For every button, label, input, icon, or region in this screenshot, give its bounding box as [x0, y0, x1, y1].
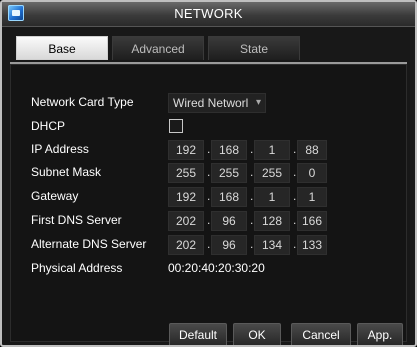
network-window: NETWORK Base Advanced State Network Card… — [0, 0, 417, 347]
cancel-button[interactable]: Cancel — [291, 323, 351, 345]
ip-dot: . — [250, 142, 254, 156]
dhcp-checkbox[interactable] — [169, 119, 183, 133]
network-card-type-dropdown[interactable]: Wired Networl ▾ — [168, 93, 266, 113]
gateway-octet-1[interactable]: 192 — [168, 187, 204, 207]
alternate-dns-octet-2[interactable]: 96 — [211, 235, 247, 255]
gateway-octet-2[interactable]: 168 — [211, 187, 247, 207]
mask-dot: . — [293, 165, 297, 179]
default-button[interactable]: Default — [169, 323, 227, 345]
mask-octet-2[interactable]: 255 — [211, 163, 247, 183]
first-dns-octet-3[interactable]: 128 — [254, 211, 290, 231]
window-title: NETWORK — [174, 6, 243, 21]
network-card-type-row: Network Card Type Wired Networl ▾ — [31, 93, 411, 113]
ip-dot: . — [293, 142, 297, 156]
first-dns-octet-1[interactable]: 202 — [168, 211, 204, 231]
ip-address-row: IP Address 192 . 168 . 1 . 88 — [31, 140, 411, 160]
gateway-dot: . — [207, 189, 211, 203]
alternate-dns-octet-4[interactable]: 133 — [297, 235, 327, 255]
alternate-dns-row: Alternate DNS Server 202 . 96 . 134 . 13… — [31, 235, 411, 255]
alternate-dns-dot: . — [207, 237, 211, 251]
gateway-label: Gateway — [31, 189, 79, 203]
gateway-row: Gateway 192 . 168 . 1 . 1 — [31, 187, 411, 207]
settings-panel: Network Card Type Wired Networl ▾ DHCP I… — [10, 64, 407, 345]
physical-address-value: 00:20:40:20:30:20 — [168, 261, 265, 275]
physical-address-row: Physical Address 00:20:40:20:30:20 — [31, 259, 411, 279]
ip-dot: . — [207, 142, 211, 156]
alternate-dns-octet-3[interactable]: 134 — [254, 235, 290, 255]
ip-octet-1[interactable]: 192 — [168, 140, 204, 160]
apply-button[interactable]: App. — [357, 323, 403, 345]
alternate-dns-label: Alternate DNS Server — [31, 237, 147, 251]
chevron-down-icon: ▾ — [255, 97, 261, 108]
first-dns-octet-4[interactable]: 166 — [297, 211, 327, 231]
mask-octet-4[interactable]: 0 — [297, 163, 327, 183]
mask-octet-1[interactable]: 255 — [168, 163, 204, 183]
alternate-dns-dot: . — [293, 237, 297, 251]
tab-bar: Base Advanced State — [10, 36, 407, 64]
mask-dot: . — [250, 165, 254, 179]
ip-octet-4[interactable]: 88 — [297, 140, 327, 160]
gateway-dot: . — [250, 189, 254, 203]
dhcp-row: DHCP — [31, 117, 411, 137]
ip-address-label: IP Address — [31, 142, 89, 156]
network-card-type-label: Network Card Type — [31, 95, 134, 109]
subnet-mask-field: 255 . 255 . 255 . 0 — [168, 163, 328, 183]
tab-base[interactable]: Base — [16, 36, 108, 60]
first-dns-dot: . — [293, 213, 297, 227]
subnet-mask-label: Subnet Mask — [31, 165, 102, 179]
gateway-dot: . — [293, 189, 297, 203]
first-dns-octet-2[interactable]: 96 — [211, 211, 247, 231]
title-bar: NETWORK — [2, 2, 415, 27]
first-dns-label: First DNS Server — [31, 213, 122, 227]
alternate-dns-octet-1[interactable]: 202 — [168, 235, 204, 255]
physical-address-label: Physical Address — [31, 261, 123, 275]
alternate-dns-dot: . — [250, 237, 254, 251]
mask-octet-3[interactable]: 255 — [254, 163, 290, 183]
first-dns-dot: . — [207, 213, 211, 227]
dhcp-label: DHCP — [31, 119, 66, 133]
gateway-octet-4[interactable]: 1 — [297, 187, 327, 207]
first-dns-field: 202 . 96 . 128 . 166 — [168, 211, 328, 231]
tab-advanced[interactable]: Advanced — [112, 36, 204, 60]
ip-address-field: 192 . 168 . 1 . 88 — [168, 140, 328, 160]
ok-button[interactable]: OK — [233, 323, 281, 345]
subnet-mask-row: Subnet Mask 255 . 255 . 255 . 0 — [31, 163, 411, 183]
ip-octet-3[interactable]: 1 — [254, 140, 290, 160]
ip-octet-2[interactable]: 168 — [211, 140, 247, 160]
first-dns-dot: . — [250, 213, 254, 227]
first-dns-row: First DNS Server 202 . 96 . 128 . 166 — [31, 211, 411, 231]
gateway-field: 192 . 168 . 1 . 1 — [168, 187, 328, 207]
gateway-octet-3[interactable]: 1 — [254, 187, 290, 207]
tab-state[interactable]: State — [208, 36, 300, 60]
mask-dot: . — [207, 165, 211, 179]
alternate-dns-field: 202 . 96 . 134 . 133 — [168, 235, 328, 255]
network-card-type-value: Wired Networl — [173, 96, 249, 110]
